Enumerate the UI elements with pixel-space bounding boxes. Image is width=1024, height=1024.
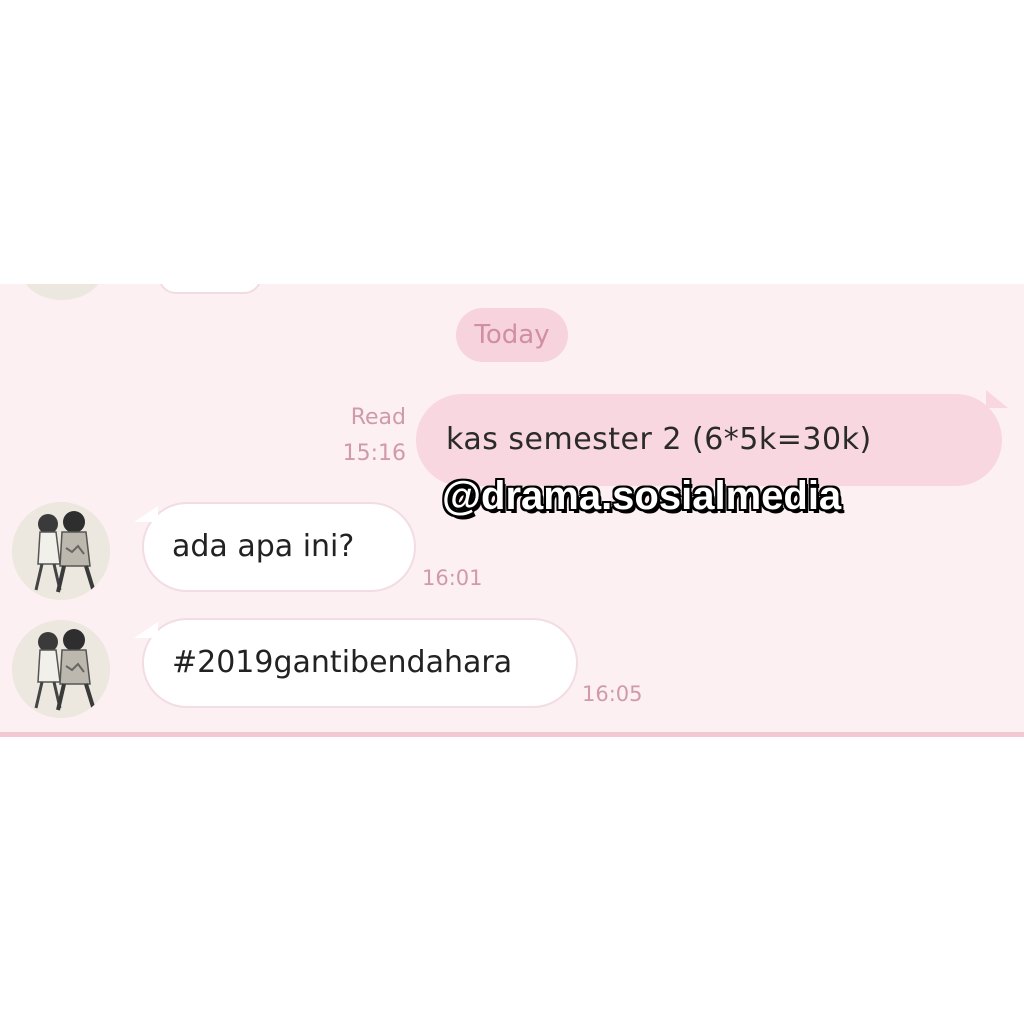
bubble-tail — [134, 622, 158, 638]
message-time: 16:05 — [582, 682, 643, 706]
couple-avatar-icon[interactable] — [12, 502, 110, 600]
outgoing-message-bubble[interactable]: kas semester 2 (6*5k=30k) — [416, 390, 1008, 486]
message-time: 15:16 — [342, 441, 406, 466]
bubble-tail — [134, 506, 158, 522]
previous-avatar[interactable] — [22, 284, 102, 300]
couple-avatar-icon[interactable] — [12, 620, 110, 718]
incoming-message-bubble[interactable]: ada apa ini? — [134, 502, 416, 592]
message-text: ada apa ini? — [172, 529, 355, 564]
message-meta-outgoing: Read 15:16 — [332, 400, 406, 472]
previous-message-bubble[interactable] — [158, 284, 262, 294]
bubble-tail — [986, 390, 1008, 408]
date-separator: Today — [456, 308, 568, 362]
watermark-text: @drama.sosialmedia — [442, 474, 842, 518]
incoming-message-bubble[interactable]: #2019gantibendahara — [134, 618, 578, 708]
message-time: 16:01 — [422, 566, 483, 590]
chat-divider — [0, 732, 1024, 737]
read-receipt: Read — [350, 405, 406, 430]
message-text: #2019gantibendahara — [172, 645, 513, 680]
message-text: kas semester 2 (6*5k=30k) — [446, 422, 872, 457]
